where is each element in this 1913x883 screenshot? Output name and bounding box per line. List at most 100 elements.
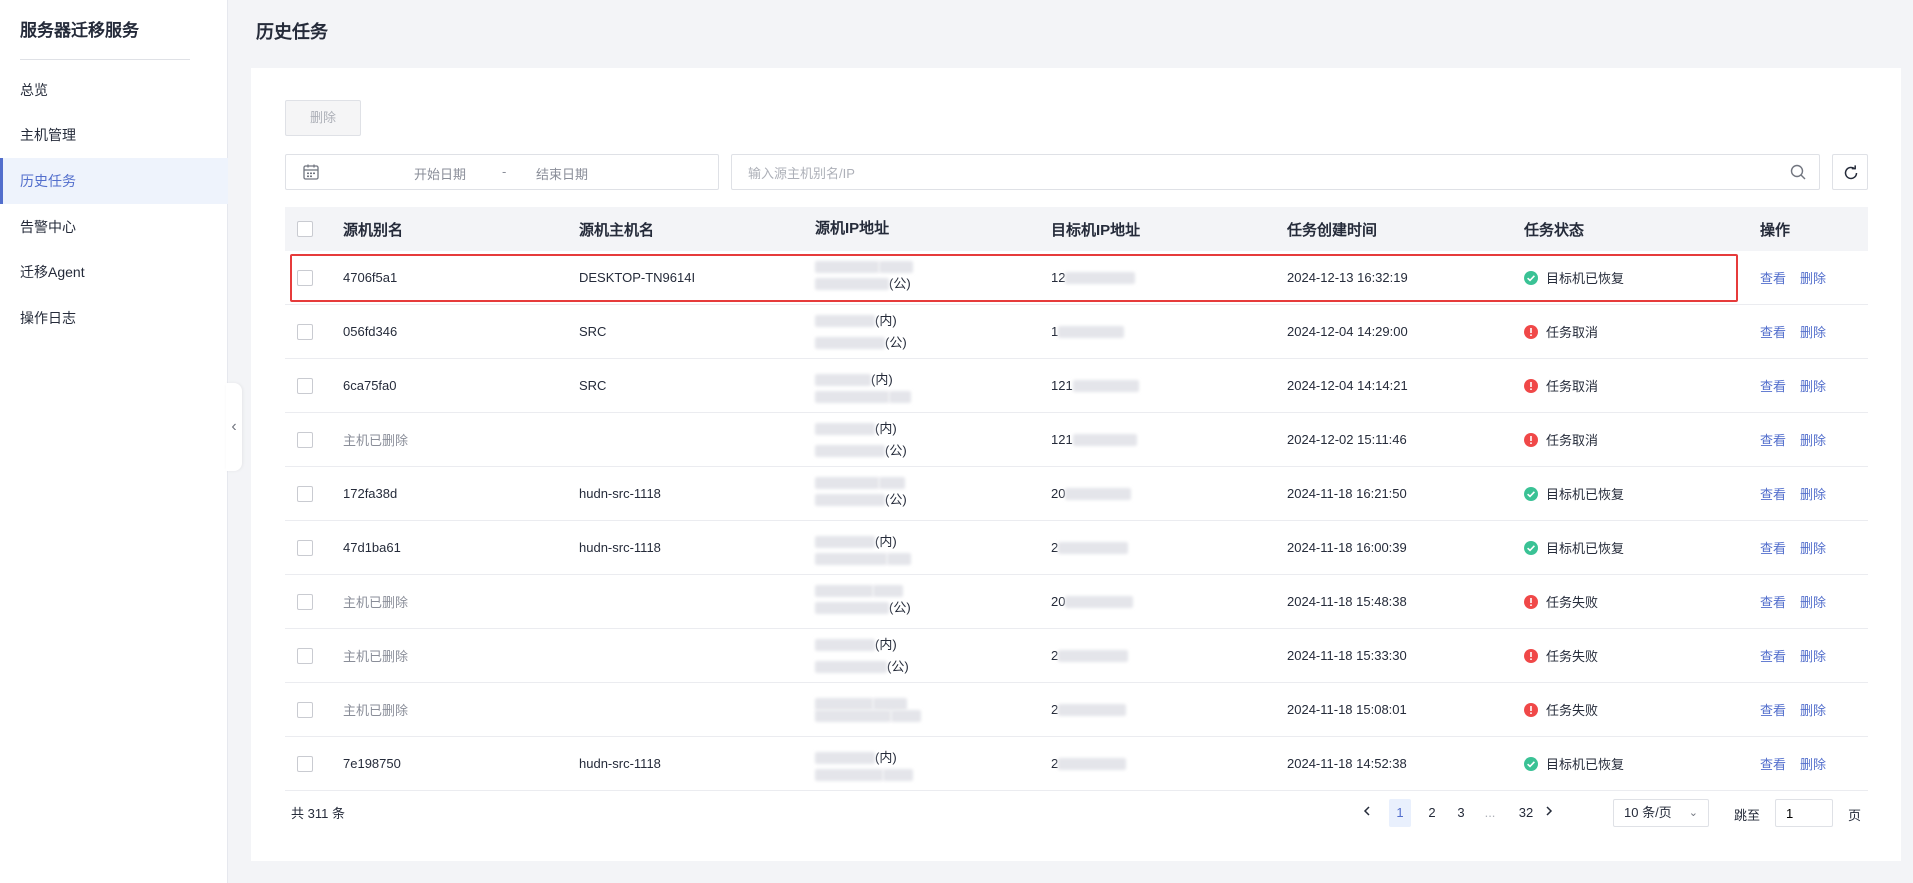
refresh-button[interactable] <box>1832 154 1868 190</box>
row-operations: 查看 删除 <box>1760 467 1840 520</box>
row-operations: 查看 删除 <box>1760 251 1840 304</box>
delete-link[interactable]: 删除 <box>1800 268 1826 287</box>
table-row[interactable]: 6ca75fa0 SRC (内) 121 2024-12-04 14:14:21 任务取消… <box>285 359 1868 413</box>
delete-link[interactable]: 删除 <box>1800 376 1826 395</box>
sidebar-item-operation-log[interactable]: 操作日志 <box>0 295 228 341</box>
delete-link[interactable]: 删除 <box>1800 322 1826 341</box>
row-operations: 查看 删除 <box>1760 737 1840 790</box>
row-checkbox[interactable] <box>297 593 313 610</box>
source-ip-suffix-1: (内) <box>871 371 893 387</box>
row-checkbox[interactable] <box>297 377 313 394</box>
start-date-placeholder[interactable]: 开始日期 <box>414 164 466 183</box>
jump-page-input[interactable] <box>1775 799 1833 827</box>
success-check-icon <box>1524 270 1538 285</box>
target-ip: 2 <box>1051 737 1127 790</box>
table-body: 4706f5a1 DESKTOP-TN9614I (公) 12 2024-12-13 1… <box>285 251 1868 791</box>
table-row[interactable]: 主机已删除 (内) (公) 2 2024-11-18 15:33:30 任务失败 查看 删除 <box>285 629 1868 683</box>
search-icon[interactable] <box>1789 163 1807 181</box>
table-row[interactable]: 主机已删除 (公) 20 2024-11-18 15:48:38 任务失败 查看 删除 <box>285 575 1868 629</box>
row-checkbox[interactable] <box>297 431 313 448</box>
row-checkbox[interactable] <box>297 485 313 502</box>
table-header: 源机别名 源机主机名 源机IP地址 目标机IP地址 任务创建时间 任务状态 操作 <box>285 207 1868 251</box>
target-ip-prefix: 12 <box>1051 270 1066 285</box>
view-link[interactable]: 查看 <box>1760 376 1786 395</box>
source-ip-line-1: (内) <box>815 310 897 332</box>
page-3[interactable]: 3 <box>1450 799 1472 827</box>
masked-ip <box>873 584 903 597</box>
row-checkbox[interactable] <box>297 755 313 772</box>
date-range-picker[interactable]: 开始日期 - 结束日期 <box>285 154 719 190</box>
view-link[interactable]: 查看 <box>1760 322 1786 341</box>
target-ip-prefix: 1 <box>1051 324 1059 339</box>
page-2[interactable]: 2 <box>1421 799 1443 827</box>
page-32[interactable]: 32 <box>1511 799 1541 827</box>
table-row[interactable]: 4706f5a1 DESKTOP-TN9614I (公) 12 2024-12-13 1… <box>285 251 1868 305</box>
view-link[interactable]: 查看 <box>1760 592 1786 611</box>
sidebar-item-overview[interactable]: 总览 <box>0 67 228 113</box>
view-link[interactable]: 查看 <box>1760 268 1786 287</box>
task-status: 目标机已恢复 <box>1524 467 1624 520</box>
source-ip-suffix-1: (内) <box>875 533 897 549</box>
view-link[interactable]: 查看 <box>1760 430 1786 449</box>
table-row[interactable]: 47d1ba61 hudn-src-1118 (内) 2 2024-11-18 16:0… <box>285 521 1868 575</box>
page-ellipsis[interactable]: ... <box>1479 799 1501 827</box>
sidebar-item-migration-agent[interactable]: 迁移Agent <box>0 249 228 295</box>
delete-link[interactable]: 删除 <box>1800 754 1826 773</box>
delete-link[interactable]: 删除 <box>1800 700 1826 719</box>
masked-ip <box>815 660 887 673</box>
sidebar-item-history-tasks[interactable]: 历史任务 <box>0 158 228 204</box>
row-checkbox[interactable] <box>297 269 313 286</box>
table-row[interactable]: 主机已删除 2 2024-11-18 15:08:01 任务失败 查看 删除 <box>285 683 1868 737</box>
table-row[interactable]: 056fd346 SRC (内) (公) 1 2024-12-04 14:29:00 任务取… <box>285 305 1868 359</box>
view-link[interactable]: 查看 <box>1760 646 1786 665</box>
delete-link[interactable]: 删除 <box>1800 538 1826 557</box>
select-all-checkbox[interactable] <box>297 221 313 237</box>
masked-ip <box>815 768 883 781</box>
table-row[interactable]: 7e198750 hudn-src-1118 (内) 2 2024-11-18 14:5… <box>285 737 1868 791</box>
row-checkbox[interactable] <box>297 323 313 340</box>
page-1[interactable]: 1 <box>1389 799 1411 827</box>
source-hostname: SRC <box>579 378 607 393</box>
target-ip: 20 <box>1051 467 1132 520</box>
source-ip: (公) <box>815 575 911 628</box>
view-link[interactable]: 查看 <box>1760 700 1786 719</box>
sidebar-item-host-management[interactable]: 主机管理 <box>0 112 228 158</box>
batch-delete-button[interactable]: 删除 <box>285 100 361 136</box>
delete-link[interactable]: 删除 <box>1800 484 1826 503</box>
task-status-text: 目标机已恢复 <box>1546 271 1625 286</box>
chevron-right-icon <box>1546 806 1553 816</box>
masked-ip <box>815 277 889 290</box>
error-exclamation-icon <box>1524 648 1538 663</box>
masked-ip <box>815 444 885 457</box>
view-link[interactable]: 查看 <box>1760 484 1786 503</box>
table-row[interactable]: 172fa38d hudn-src-1118 (公) 20 2024-11-18 16:… <box>285 467 1868 521</box>
sidebar-collapse-button[interactable]: ‹ <box>226 383 242 471</box>
row-checkbox-cell <box>297 413 313 466</box>
masked-ip <box>815 476 879 489</box>
sidebar-item-alarm-center[interactable]: 告警中心 <box>0 204 228 250</box>
row-checkbox-cell <box>297 683 313 736</box>
delete-link[interactable]: 删除 <box>1800 430 1826 449</box>
delete-link[interactable]: 删除 <box>1800 592 1826 611</box>
masked-ip <box>815 373 871 386</box>
view-link[interactable]: 查看 <box>1760 754 1786 773</box>
source-ip: (公) <box>815 251 913 304</box>
view-link[interactable]: 查看 <box>1760 538 1786 557</box>
search-input[interactable] <box>748 163 1748 183</box>
page-size-select[interactable]: 10 条/页 ⌄ <box>1613 799 1709 827</box>
row-checkbox[interactable] <box>297 701 313 718</box>
next-page-button[interactable] <box>1543 799 1555 827</box>
row-operations: 查看 删除 <box>1760 629 1840 682</box>
table-row[interactable]: 主机已删除 (内) (公) 121 2024-12-02 15:11:46 任务取消 查看删… <box>285 413 1868 467</box>
delete-link[interactable]: 删除 <box>1800 646 1826 665</box>
prev-page-button[interactable] <box>1361 799 1373 827</box>
header-source-alias: 源机别名 <box>343 221 404 239</box>
row-checkbox[interactable] <box>297 647 313 664</box>
created-time: 2024-11-18 16:21:50 <box>1287 486 1407 501</box>
source-ip-line-2: (公) <box>815 489 907 511</box>
task-status-text: 任务失败 <box>1546 703 1599 718</box>
end-date-placeholder[interactable]: 结束日期 <box>536 164 588 183</box>
row-checkbox[interactable] <box>297 539 313 556</box>
masked-ip <box>815 336 885 349</box>
source-ip-line-2 <box>815 709 921 722</box>
